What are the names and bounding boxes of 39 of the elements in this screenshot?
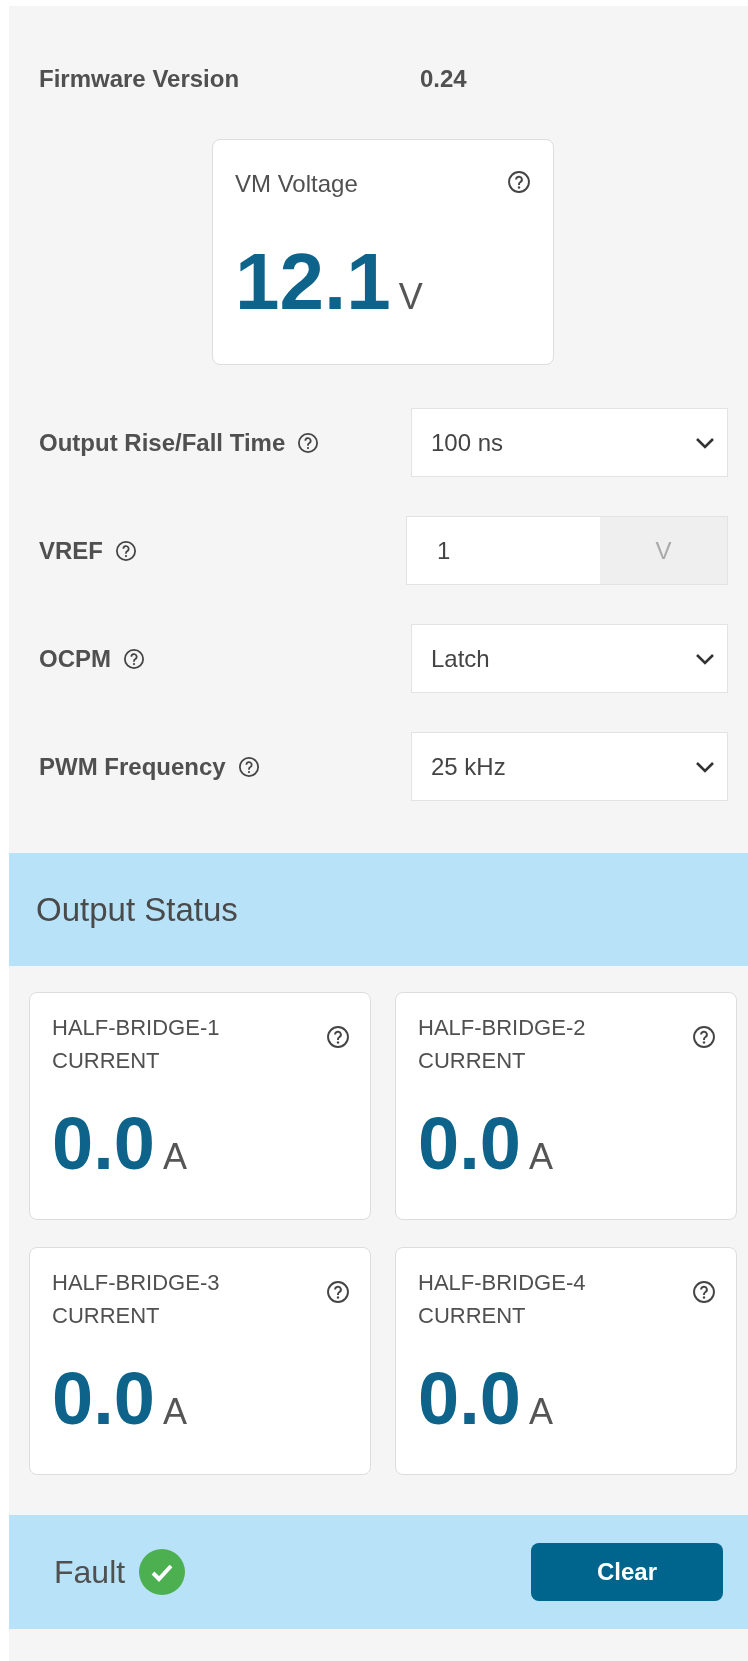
dropdown[interactable]: 100 ns (411, 408, 728, 477)
unit-label: A (162, 1136, 187, 1178)
unit-label: A (528, 1391, 553, 1433)
chevron-down-icon (695, 760, 715, 773)
unit-label: A (528, 1136, 553, 1178)
setting-label: Output Rise/Fall Time (39, 428, 286, 457)
current-value: 0.0 (52, 1107, 155, 1181)
firmware-value: 0.24 (420, 65, 467, 93)
chevron-down-icon (695, 652, 715, 665)
setting-label: OCPM (39, 644, 111, 673)
help-icon[interactable] (115, 539, 137, 562)
clear-button[interactable]: Clear (531, 1543, 723, 1601)
card-title: HALF-BRIDGE-3 CURRENT (52, 1269, 221, 1330)
help-icon[interactable] (692, 1280, 716, 1304)
card-title: VM Voltage (235, 170, 358, 198)
setting-label: VREF (39, 536, 103, 565)
dropdown[interactable]: 25 kHz (411, 732, 728, 801)
help-icon[interactable] (297, 431, 320, 454)
help-icon[interactable] (692, 1025, 716, 1049)
card-title: HALF-BRIDGE-4 CURRENT (418, 1269, 587, 1330)
current-value: 0.0 (418, 1107, 521, 1181)
unit-label: A (162, 1391, 187, 1433)
setting-label: PWM Frequency (39, 752, 226, 781)
dropdown[interactable]: Latch (411, 624, 728, 693)
fault-label: Fault (54, 1553, 126, 1591)
firmware-label: Firmware Version (39, 65, 241, 93)
help-icon[interactable] (123, 647, 145, 670)
chevron-down-icon (695, 436, 715, 449)
help-icon[interactable] (326, 1280, 350, 1304)
card-title: HALF-BRIDGE-1 CURRENT (52, 1014, 221, 1075)
section-title: Output Status (36, 890, 238, 929)
help-icon[interactable] (326, 1025, 350, 1049)
unit-label: V (398, 276, 423, 318)
current-value: 0.0 (52, 1362, 155, 1436)
help-icon[interactable] (507, 170, 531, 194)
help-icon[interactable] (237, 755, 260, 778)
card-title: HALF-BRIDGE-2 CURRENT (418, 1014, 587, 1075)
current-value: 0.0 (418, 1362, 521, 1436)
voltage-value: 12.1 (235, 242, 391, 322)
